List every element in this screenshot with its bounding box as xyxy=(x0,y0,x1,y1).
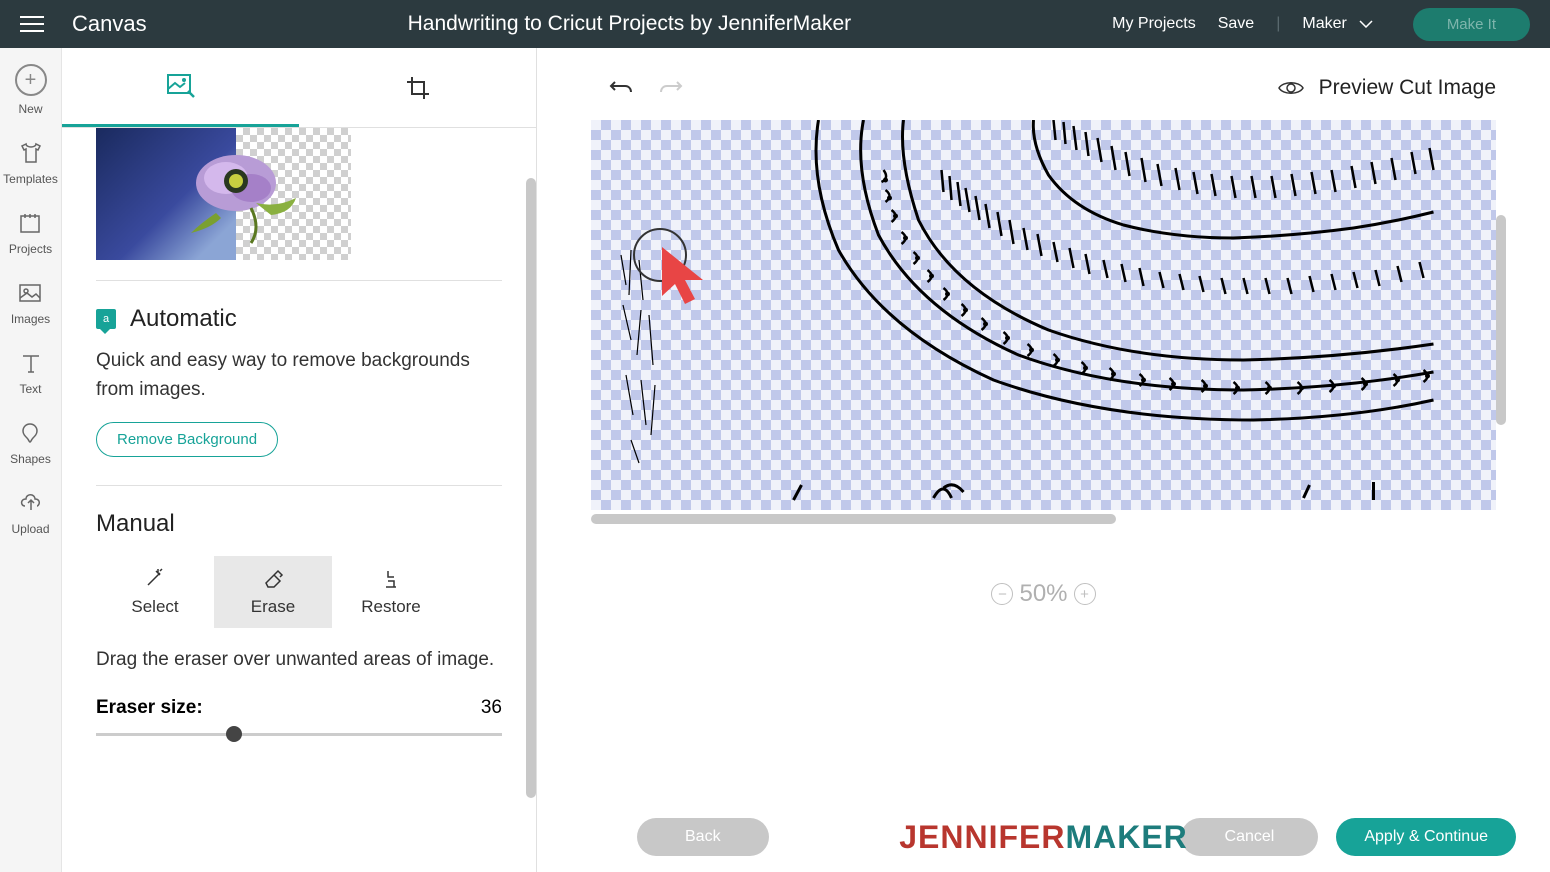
manual-description: Drag the eraser over unwanted areas of i… xyxy=(96,646,502,675)
eraser-icon xyxy=(262,567,284,589)
preview-label: Preview Cut Image xyxy=(1319,76,1496,100)
tshirt-icon xyxy=(18,140,44,166)
restore-icon xyxy=(380,567,402,589)
zoom-out-button[interactable]: − xyxy=(991,583,1013,605)
tool-select[interactable]: Select xyxy=(96,556,214,628)
nav-projects-label: Projects xyxy=(9,242,52,256)
eraser-size-row: Eraser size: 36 xyxy=(96,697,502,719)
divider xyxy=(96,280,502,281)
eye-icon xyxy=(1277,79,1305,97)
handwriting-sketch xyxy=(591,120,1496,510)
nav-shapes-label: Shapes xyxy=(10,452,51,466)
zoom-control: − 50% + xyxy=(537,580,1550,608)
top-bar: Canvas Handwriting to Cricut Projects by… xyxy=(0,0,1550,48)
menu-icon[interactable] xyxy=(20,16,44,32)
panel-content: a Automatic Quick and easy way to remove… xyxy=(62,128,536,872)
eraser-size-slider[interactable] xyxy=(96,733,502,736)
nav-images[interactable]: Images xyxy=(7,276,54,330)
upload-icon xyxy=(18,490,44,516)
nav-upload[interactable]: Upload xyxy=(7,486,53,540)
tool-select-label: Select xyxy=(131,597,178,617)
footer-actions: Cancel Apply & Continue xyxy=(1181,818,1516,856)
automatic-description: Quick and easy way to remove backgrounds… xyxy=(96,347,502,404)
shapes-icon xyxy=(17,420,43,446)
tab-background-remover[interactable] xyxy=(62,48,299,127)
eraser-size-value: 36 xyxy=(481,697,502,719)
cursor-arrow-icon xyxy=(657,242,713,312)
apply-continue-button[interactable]: Apply & Continue xyxy=(1336,818,1516,856)
nav-templates[interactable]: Templates xyxy=(0,136,62,190)
slider-thumb[interactable] xyxy=(226,726,242,742)
image-edit-icon xyxy=(166,73,196,99)
vertical-scrollbar[interactable] xyxy=(1496,215,1506,425)
wand-icon xyxy=(144,567,166,589)
tool-restore[interactable]: Restore xyxy=(332,556,450,628)
top-actions: My Projects Save | Maker Make It xyxy=(1112,8,1530,41)
transparent-checker-bg xyxy=(591,120,1496,510)
projects-icon xyxy=(17,210,43,236)
horizontal-scrollbar[interactable] xyxy=(591,514,1116,524)
nav-text[interactable]: Text xyxy=(14,346,48,400)
save-link[interactable]: Save xyxy=(1218,15,1254,33)
canvas-area: Preview Cut Image xyxy=(537,48,1550,872)
manual-title: Manual xyxy=(96,510,502,538)
canvas-header: Preview Cut Image xyxy=(537,48,1550,120)
divider xyxy=(96,485,502,486)
plus-icon: + xyxy=(15,64,47,96)
back-button[interactable]: Back xyxy=(637,818,769,856)
example-flower-image xyxy=(96,128,351,260)
nav-upload-label: Upload xyxy=(11,522,49,536)
eraser-size-label: Eraser size: xyxy=(96,697,203,719)
automatic-title: Automatic xyxy=(130,305,237,333)
tool-erase-label: Erase xyxy=(251,597,295,617)
automatic-header: a Automatic xyxy=(96,305,502,333)
undo-icon[interactable] xyxy=(609,78,633,98)
image-viewport[interactable] xyxy=(591,120,1496,524)
nav-new[interactable]: + New xyxy=(11,60,51,120)
tools-panel: a Automatic Quick and easy way to remove… xyxy=(62,48,537,872)
undo-redo-group xyxy=(609,78,683,98)
redo-icon[interactable] xyxy=(659,78,683,98)
chevron-down-icon xyxy=(1359,20,1373,28)
panel-scrollbar[interactable] xyxy=(526,178,536,798)
flower-illustration xyxy=(156,133,336,253)
main-area: + New Templates Projects Images Text xyxy=(0,48,1550,872)
machine-selector[interactable]: Maker xyxy=(1302,15,1372,33)
auto-badge-icon: a xyxy=(96,309,116,329)
nav-projects[interactable]: Projects xyxy=(5,206,56,260)
canvas-label: Canvas xyxy=(72,11,147,37)
zoom-value: 50% xyxy=(1015,580,1071,608)
text-icon xyxy=(18,350,44,376)
make-it-button[interactable]: Make It xyxy=(1413,8,1530,41)
images-icon xyxy=(17,280,43,306)
cancel-button[interactable]: Cancel xyxy=(1181,818,1319,856)
tool-erase[interactable]: Erase xyxy=(214,556,332,628)
remove-background-button[interactable]: Remove Background xyxy=(96,422,278,457)
tab-crop[interactable] xyxy=(299,48,536,127)
zoom-in-button[interactable]: + xyxy=(1074,583,1096,605)
left-nav: + New Templates Projects Images Text xyxy=(0,48,62,872)
watermark-part2: MAKER xyxy=(1065,819,1187,855)
nav-new-label: New xyxy=(18,102,42,116)
watermark: JENNIFERMAKER xyxy=(899,819,1188,856)
footer: Back JENNIFERMAKER Cancel Apply & Contin… xyxy=(537,802,1550,872)
project-title[interactable]: Handwriting to Cricut Projects by Jennif… xyxy=(147,12,1113,36)
my-projects-link[interactable]: My Projects xyxy=(1112,15,1196,33)
nav-images-label: Images xyxy=(11,312,50,326)
tool-tabs xyxy=(62,48,536,128)
crop-icon xyxy=(405,75,431,101)
divider: | xyxy=(1276,15,1280,33)
nav-templates-label: Templates xyxy=(3,172,58,186)
nav-shapes[interactable]: Shapes xyxy=(6,416,55,470)
tool-restore-label: Restore xyxy=(361,597,421,617)
nav-text-label: Text xyxy=(19,382,41,396)
preview-cut-image-button[interactable]: Preview Cut Image xyxy=(1277,76,1496,100)
machine-label: Maker xyxy=(1302,15,1346,33)
manual-tools: Select Erase Restore xyxy=(96,556,502,628)
watermark-part1: JENNIFER xyxy=(899,819,1065,855)
